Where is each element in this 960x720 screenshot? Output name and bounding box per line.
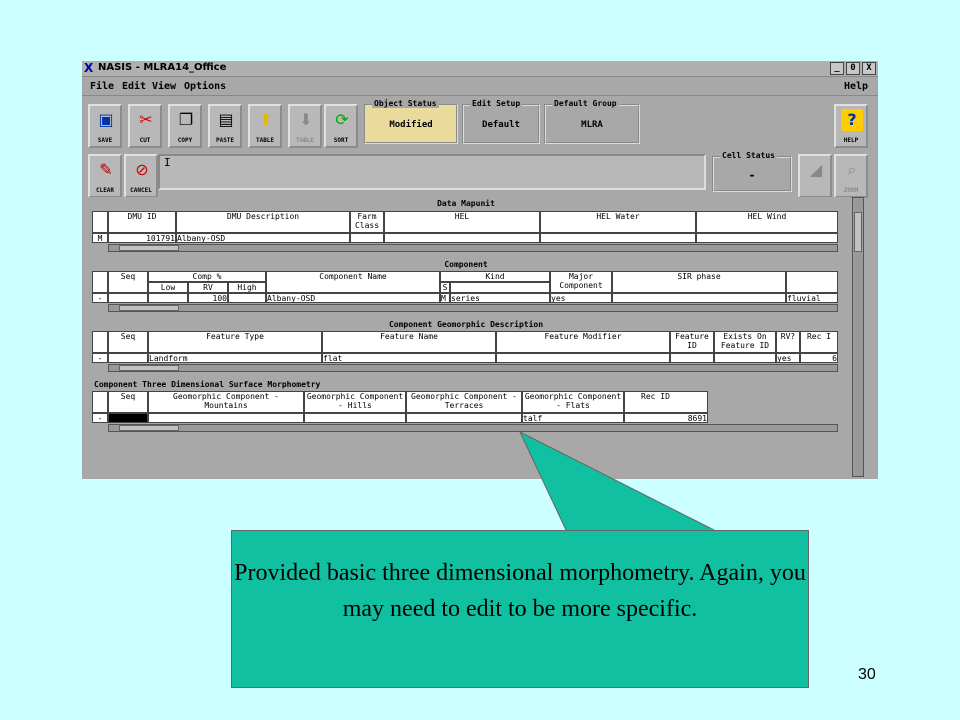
callout-text: Provided basic three dimensional morphom… bbox=[234, 560, 806, 622]
callout-box: Provided basic three dimensional morphom… bbox=[231, 530, 809, 688]
slide-number: 30 bbox=[858, 666, 876, 683]
